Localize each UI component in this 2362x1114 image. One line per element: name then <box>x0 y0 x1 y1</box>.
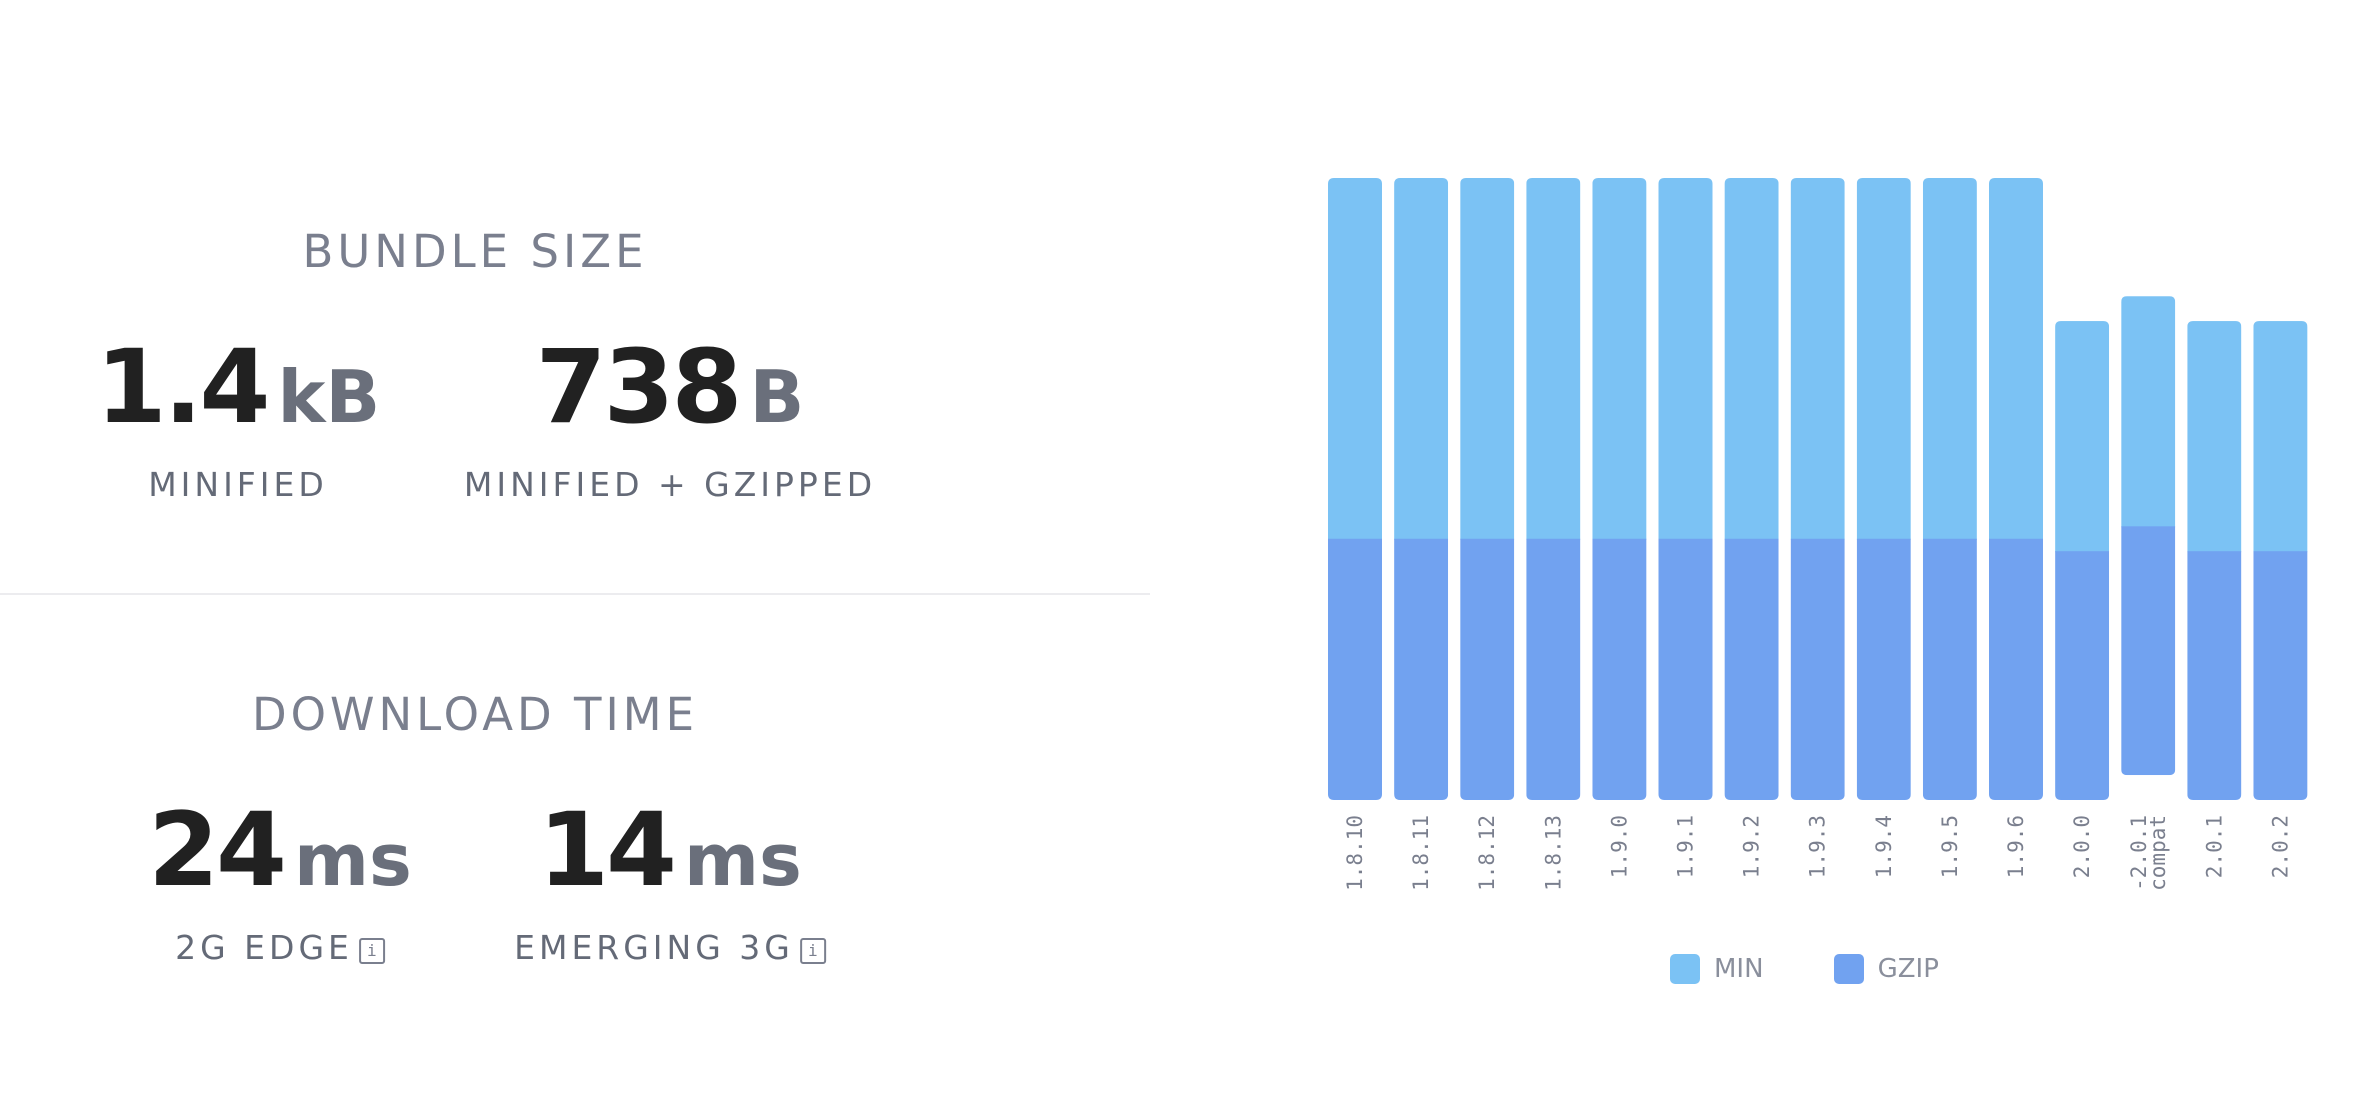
bar-gzip-segment <box>1394 538 1449 800</box>
bar-2.0.2 <box>2253 321 2308 800</box>
bar-min-segment <box>1592 178 1647 540</box>
bar-min-segment <box>2055 321 2110 553</box>
bar-gzip-segment <box>1328 538 1382 800</box>
tick-label: 1.9.3 <box>1806 815 1830 878</box>
bar-1.8.13 <box>1526 178 1581 800</box>
bundle-size-history-chart: 1.8.10 1.8.11 1.8.12 1.8.13 1.9.0 1.9.1 1.9.2 1… <box>1328 178 2308 891</box>
chart-legend: MIN GZIP <box>1670 954 2009 984</box>
tick-label: 2.0.0 <box>2070 815 2094 878</box>
bar-min-segment <box>1526 178 1581 540</box>
bar-gzip-segment <box>1658 538 1713 800</box>
bar-1.9.3 <box>1790 178 1845 800</box>
bar-gzip-segment <box>2055 551 2110 800</box>
bar-gzip-segment <box>1790 538 1845 800</box>
legend-label-gzip: GZIP <box>1877 954 1939 984</box>
tick-label: compat <box>2146 815 2170 891</box>
bar-1.9.0 <box>1592 178 1647 800</box>
tick-label: 1.9.2 <box>1740 815 1764 878</box>
bar-1.8.10 <box>1328 178 1382 800</box>
bar-gzip-segment <box>1856 538 1911 800</box>
legend-item-min: MIN <box>1670 954 1764 984</box>
bar-gzip-segment <box>2253 551 2308 800</box>
bar-min-segment <box>2187 321 2242 553</box>
tick-label: 2.0.1 <box>2202 815 2226 878</box>
bar-2.0.1 <box>2187 321 2242 800</box>
tick-label: 1.9.5 <box>1938 815 1962 878</box>
bar-gzip-segment <box>1592 538 1647 800</box>
bar-min-segment <box>1394 178 1449 540</box>
bar-min-segment <box>2253 321 2308 553</box>
tick-label: 1.8.13 <box>1541 815 1565 891</box>
legend-swatch-min <box>1670 954 1700 984</box>
tick-label: 1.9.1 <box>1674 815 1698 878</box>
bar-gzip-segment <box>1724 538 1779 800</box>
bar-2.0.1-compat <box>2121 296 2176 776</box>
bar-1.9.1 <box>1658 178 1713 800</box>
bar-1.9.4 <box>1856 178 1911 800</box>
bar-gzip-segment <box>1460 538 1515 800</box>
bar-min-segment <box>1658 178 1713 540</box>
tick-label: 1.9.4 <box>1872 815 1896 878</box>
bar-min-segment <box>1922 178 1977 540</box>
bar-1.9.2 <box>1724 178 1779 800</box>
bar-gzip-segment <box>1526 538 1581 800</box>
legend-item-gzip: GZIP <box>1833 954 1939 984</box>
bar-min-segment <box>1460 178 1515 540</box>
bar-gzip-segment <box>2187 551 2242 800</box>
bar-1.8.11 <box>1394 178 1449 800</box>
bar-min-segment <box>1989 178 2043 540</box>
bar-1.8.12 <box>1460 178 1515 800</box>
tick-label: 2.0.2 <box>2268 815 2292 878</box>
bar-min-segment <box>2121 296 2176 528</box>
legend-label-min: MIN <box>1714 954 1764 984</box>
bar-1.9.5 <box>1922 178 1977 800</box>
bar-gzip-segment <box>1922 538 1977 800</box>
tick-label: 1.8.10 <box>1343 815 1367 891</box>
legend-swatch-gzip <box>1833 954 1864 984</box>
bar-min-segment <box>1790 178 1845 540</box>
bar-min-segment <box>1856 178 1911 540</box>
bar-min-segment <box>1328 178 1382 540</box>
bar-1.9.6 <box>1989 178 2043 800</box>
tick-label: 1.8.12 <box>1475 815 1499 891</box>
tick-label: 1.9.0 <box>1607 815 1631 878</box>
tick-label: 1.8.11 <box>1409 815 1433 891</box>
bar-gzip-segment <box>1989 538 2043 800</box>
bar-gzip-segment <box>2121 526 2176 776</box>
bar-min-segment <box>1724 178 1779 540</box>
tick-label: 1.9.6 <box>2004 815 2028 878</box>
bar-2.0.0 <box>2055 321 2110 800</box>
